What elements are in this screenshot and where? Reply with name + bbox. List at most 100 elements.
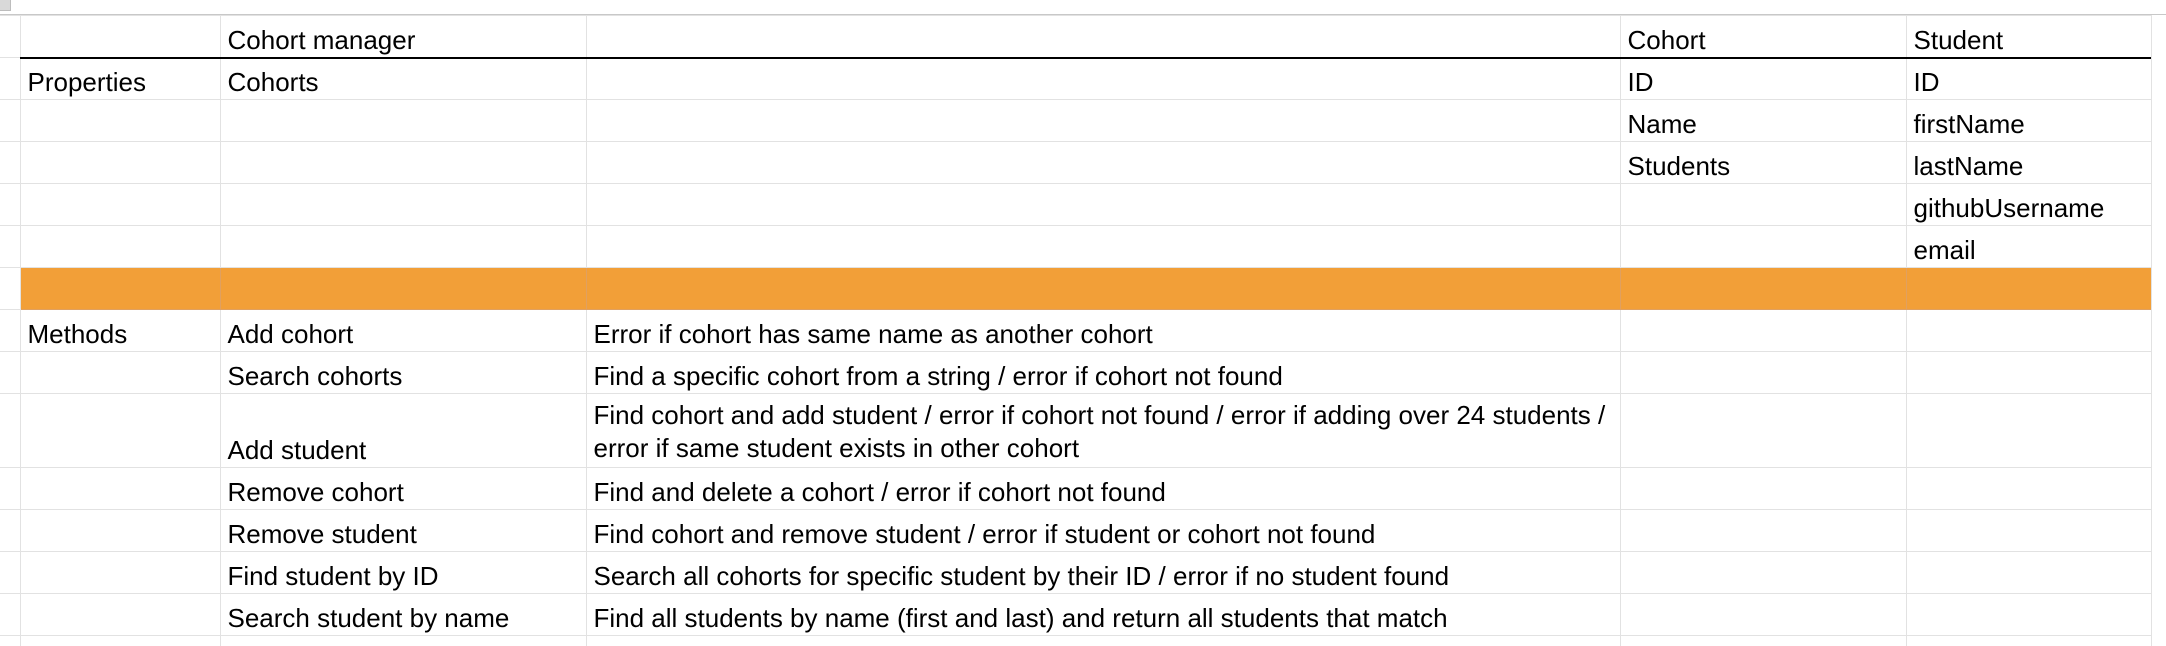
cell[interactable]: lastName xyxy=(1905,141,2152,184)
cell[interactable] xyxy=(19,183,221,226)
table-row: Search student by name Find all students… xyxy=(0,593,2152,636)
cell[interactable] xyxy=(19,351,221,394)
cell[interactable]: Students xyxy=(1619,141,1907,184)
cell[interactable] xyxy=(1905,267,2152,310)
cell[interactable] xyxy=(1619,467,1907,510)
cell[interactable]: Cohorts xyxy=(219,57,587,100)
cell[interactable] xyxy=(1905,309,2152,352)
cell[interactable]: Search all cohorts for specific student … xyxy=(585,551,1621,594)
cell[interactable] xyxy=(1905,393,2152,468)
cell[interactable] xyxy=(585,183,1621,226)
table-row: Students lastName xyxy=(0,141,2152,184)
row-header[interactable] xyxy=(0,551,21,594)
row-header[interactable] xyxy=(0,57,21,100)
cell[interactable]: githubUsername xyxy=(1905,183,2152,226)
cell[interactable]: ID xyxy=(1905,57,2152,100)
cell[interactable] xyxy=(585,141,1621,184)
cell[interactable] xyxy=(1905,509,2152,552)
cell[interactable]: Student xyxy=(1905,15,2152,59)
cell[interactable] xyxy=(219,183,587,226)
cell[interactable]: firstName xyxy=(1905,99,2152,142)
cell[interactable] xyxy=(19,141,221,184)
cell[interactable] xyxy=(1619,225,1907,268)
cell[interactable] xyxy=(1619,593,1907,636)
row-header[interactable] xyxy=(0,183,21,226)
cell[interactable]: email xyxy=(1905,225,2152,268)
cell[interactable] xyxy=(1619,267,1907,310)
row-header[interactable] xyxy=(0,267,21,310)
cell[interactable]: Find cohort and add student / error if c… xyxy=(585,393,1621,468)
row-header[interactable] xyxy=(0,15,21,58)
cell[interactable] xyxy=(19,509,221,552)
cell[interactable]: Search student by name xyxy=(219,593,587,636)
cell[interactable] xyxy=(19,393,221,468)
header-row: Cohort manager Cohort Student xyxy=(0,15,2152,59)
cell[interactable]: Properties xyxy=(19,57,221,100)
table-row: Remove student Find cohort and remove st… xyxy=(0,509,2152,552)
row-header[interactable] xyxy=(0,467,21,510)
cell[interactable] xyxy=(585,267,1621,310)
cell[interactable] xyxy=(1619,309,1907,352)
cell[interactable]: Add student xyxy=(219,393,587,468)
cell[interactable]: Cohort manager xyxy=(219,15,587,59)
row-header[interactable] xyxy=(0,141,21,184)
cell[interactable]: Find and delete a cohort / error if coho… xyxy=(585,467,1621,510)
cell[interactable] xyxy=(19,551,221,594)
cell[interactable]: ID xyxy=(1619,57,1907,100)
cell[interactable]: Methods xyxy=(19,309,221,352)
select-all-corner[interactable] xyxy=(0,0,11,11)
cell[interactable] xyxy=(19,635,221,646)
cell[interactable]: Error if cohort has same name as another… xyxy=(585,309,1621,352)
row-header[interactable] xyxy=(0,225,21,268)
cell[interactable]: Name xyxy=(1619,99,1907,142)
row-header[interactable] xyxy=(0,99,21,142)
table-row xyxy=(0,635,2152,646)
row-header[interactable] xyxy=(0,393,21,468)
cell[interactable]: Find a specific cohort from a string / e… xyxy=(585,351,1621,394)
cell[interactable] xyxy=(1619,183,1907,226)
cell[interactable] xyxy=(1905,351,2152,394)
cell[interactable] xyxy=(219,225,587,268)
row-header[interactable] xyxy=(0,351,21,394)
cell[interactable] xyxy=(585,15,1621,59)
cell[interactable] xyxy=(1619,635,1907,646)
cell[interactable] xyxy=(1905,593,2152,636)
table-row: Add student Find cohort and add student … xyxy=(0,393,2152,468)
cell[interactable] xyxy=(1619,509,1907,552)
cell[interactable] xyxy=(19,267,221,310)
cell[interactable] xyxy=(585,57,1621,100)
cell[interactable] xyxy=(219,635,587,646)
row-header[interactable] xyxy=(0,593,21,636)
cell[interactable] xyxy=(585,225,1621,268)
row-header[interactable] xyxy=(0,635,21,646)
cell[interactable] xyxy=(1619,393,1907,468)
cell[interactable] xyxy=(19,593,221,636)
cell[interactable] xyxy=(1905,635,2152,646)
cell[interactable] xyxy=(585,635,1621,646)
cell[interactable]: Search cohorts xyxy=(219,351,587,394)
row-header[interactable] xyxy=(0,509,21,552)
cell[interactable]: Find cohort and remove student / error i… xyxy=(585,509,1621,552)
cell[interactable]: Remove cohort xyxy=(219,467,587,510)
cell[interactable]: Find all students by name (first and las… xyxy=(585,593,1621,636)
cell[interactable] xyxy=(1905,551,2152,594)
cell[interactable]: Remove student xyxy=(219,509,587,552)
cell[interactable]: Find student by ID xyxy=(219,551,587,594)
cell[interactable] xyxy=(219,141,587,184)
table-row: email xyxy=(0,225,2152,268)
cell[interactable] xyxy=(1905,467,2152,510)
row-header[interactable] xyxy=(0,309,21,352)
cell[interactable] xyxy=(219,267,587,310)
cell[interactable] xyxy=(1619,551,1907,594)
cell[interactable] xyxy=(19,15,221,59)
table-row: githubUsername xyxy=(0,183,2152,226)
cell[interactable] xyxy=(19,99,221,142)
cell[interactable]: Add cohort xyxy=(219,309,587,352)
cell[interactable] xyxy=(585,99,1621,142)
cell[interactable]: Cohort xyxy=(1619,15,1907,59)
cell[interactable] xyxy=(219,99,587,142)
cell[interactable] xyxy=(19,467,221,510)
table-row: Find student by ID Search all cohorts fo… xyxy=(0,551,2152,594)
cell[interactable] xyxy=(1619,351,1907,394)
cell[interactable] xyxy=(19,225,221,268)
